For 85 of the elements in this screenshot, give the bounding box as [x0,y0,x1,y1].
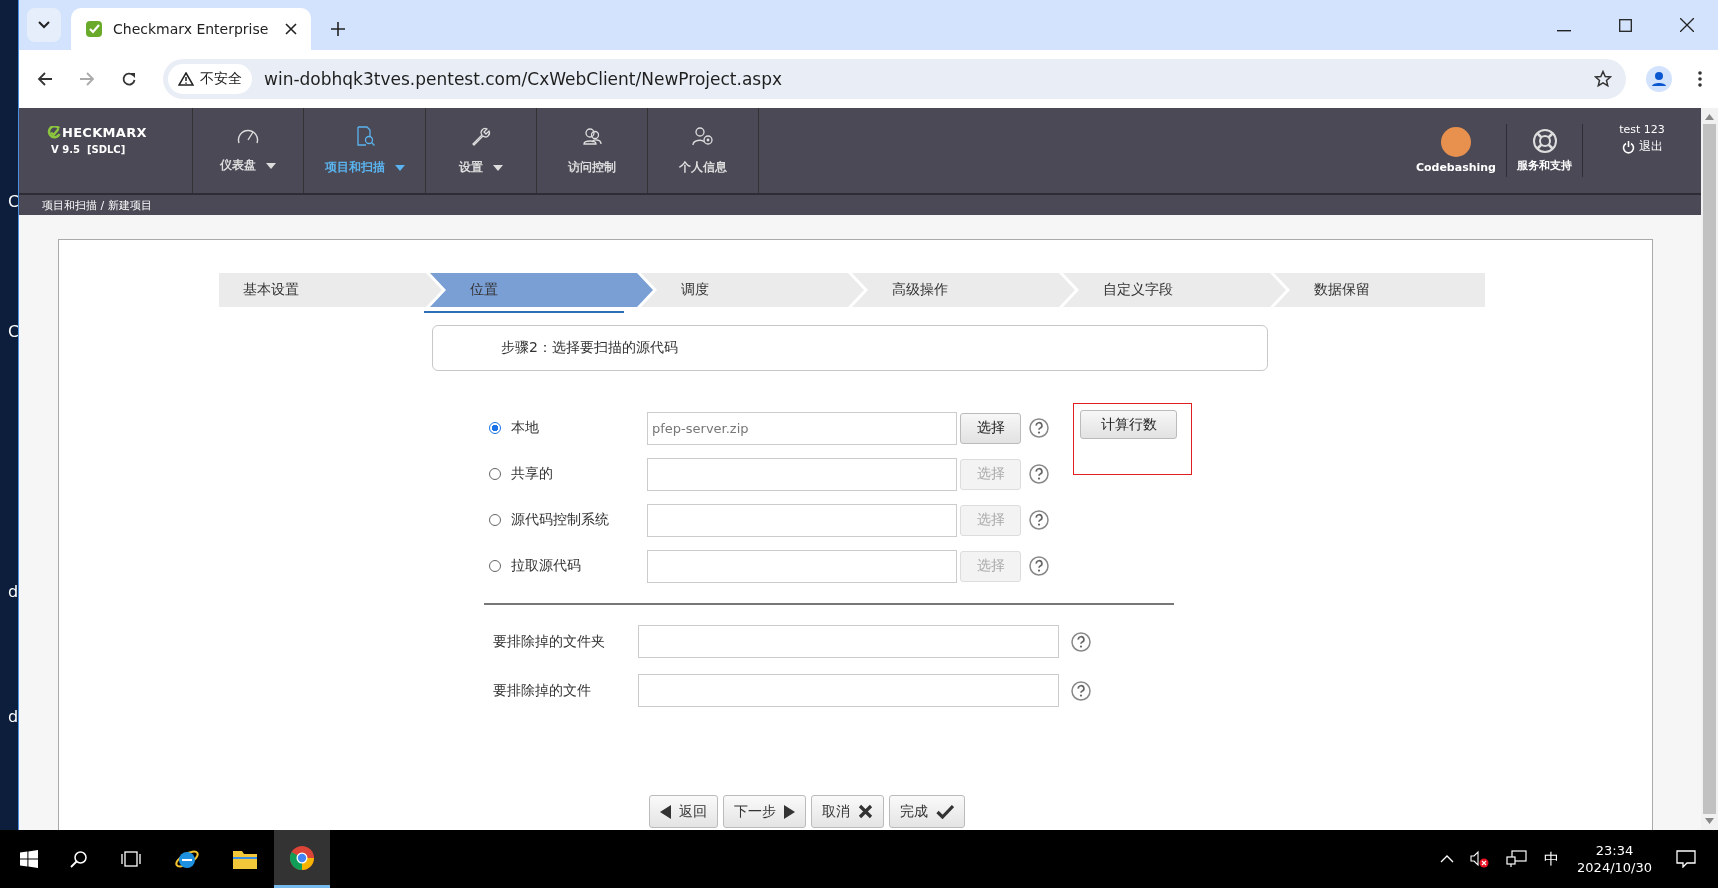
browser-tab[interactable]: Checkmarx Enterprise [71,8,311,50]
help-icon[interactable] [1071,631,1091,652]
close-icon[interactable] [285,23,297,35]
help-icon[interactable] [1029,464,1049,484]
wizard-nav-button[interactable]: 返回 [649,795,718,828]
choose-button[interactable]: 选择 [960,412,1021,444]
desktop-icon-label: C [7,322,18,342]
left-triangle-icon [660,804,671,819]
help-icon[interactable] [1029,418,1049,438]
help-icon[interactable] [1029,510,1049,530]
exclude-input-field[interactable] [638,674,1059,707]
maximize-icon[interactable] [1619,19,1632,32]
wizard-step[interactable]: 数据保留 [1274,273,1485,307]
network-icon[interactable] [1506,850,1529,868]
chrome-taskbar-button[interactable] [274,830,330,888]
exclude-input-field[interactable] [638,625,1059,658]
task-view-icon[interactable] [120,850,142,868]
wizard-step[interactable]: 高级操作 [852,273,1075,307]
new-tab-icon[interactable] [331,22,345,36]
wrench-icon [470,125,492,147]
path-input-field[interactable]: pfep-server.zip [647,411,957,445]
wizard-step[interactable]: 基本设置 [219,273,442,307]
count-lines-button[interactable]: 计算行数 [1080,410,1177,439]
users-icon [581,125,603,147]
notification-icon[interactable] [1676,850,1696,868]
reload-icon[interactable] [121,71,137,87]
codebashing-link[interactable]: Codebashing [1405,124,1507,177]
profile-icon[interactable] [1646,66,1672,92]
chevron-up-icon[interactable] [1440,855,1455,863]
scrollbar-thumb[interactable] [1703,124,1716,814]
search-icon[interactable] [70,850,88,868]
input-method-indicator[interactable]: 中 [1544,849,1560,869]
desktop-icon-label: d [7,582,18,602]
user-gear-icon [691,125,715,147]
wizard-nav-button[interactable]: 下一步 [723,795,806,828]
right-triangle-icon [784,804,795,819]
minimize-icon[interactable] [1557,30,1571,32]
path-input-field[interactable] [647,457,957,491]
scroll-up-icon[interactable] [1705,114,1714,120]
logo-text: HECKMARX [62,125,147,140]
power-icon [1621,139,1635,154]
desktop-icon-label: d [7,707,18,727]
version-text: V 9.5 [SDLC] [50,144,127,155]
wizard-nav-button[interactable]: 取消 [811,795,884,828]
step-title: 步骤2：选择要扫描的源代码 [501,339,678,357]
wizard-nav-button[interactable]: 完成 [889,795,965,828]
star-icon[interactable] [1594,70,1612,88]
wizard-step[interactable]: 位置 [430,273,653,307]
desktop-icon-label: C [7,192,18,212]
menu-icon[interactable] [1698,71,1702,87]
breadcrumb: 项目和扫描 / 新建项目 [42,197,152,213]
field-label: 要排除掉的文件夹 [493,632,606,651]
scrollbar[interactable] [1701,108,1718,830]
close-icon[interactable] [1680,18,1694,32]
close-icon [858,804,873,819]
warning-icon [178,72,194,86]
avatar-icon [1440,127,1471,157]
security-chip[interactable]: 不安全 [168,64,252,94]
checkmark-icon [85,20,103,38]
windows-start-icon[interactable] [20,850,38,868]
wizard-step[interactable]: 调度 [641,273,864,307]
checkmark-icon [936,804,954,819]
support-link[interactable]: 服务和支持 [1507,124,1583,177]
scroll-down-icon[interactable] [1705,818,1714,824]
path-input-field[interactable] [647,549,957,583]
url-text: win-dobhqk3tves.pentest.com/CxWebClient/NewProject.aspx [264,69,782,89]
lifebuoy-icon [1531,128,1558,154]
user-name: test 123 [1619,123,1665,136]
logout-link[interactable]: 退出 [1621,138,1663,155]
folder-icon[interactable] [232,848,258,870]
wizard-step[interactable]: 自定义字段 [1063,273,1286,307]
back-arrow-icon[interactable] [37,71,53,87]
gauge-icon [236,127,260,145]
chrome-icon [289,844,315,871]
speaker-muted-icon[interactable] [1470,850,1491,868]
address-bar[interactable]: 不安全 win-dobhqk3tves.pentest.com/CxWebClient/NewProject.aspx [163,59,1626,99]
chevron-down-icon [38,21,50,29]
source-radio[interactable]: 本地 [489,419,647,437]
help-icon[interactable] [1071,680,1091,701]
path-input-field[interactable] [647,503,957,537]
clock[interactable]: 23:34 2024/10/30 [1577,843,1652,875]
field-label: 要排除掉的文件 [493,681,592,700]
tab-search-button[interactable] [27,8,61,42]
help-icon[interactable] [1029,556,1049,576]
logo-icon [47,126,61,139]
